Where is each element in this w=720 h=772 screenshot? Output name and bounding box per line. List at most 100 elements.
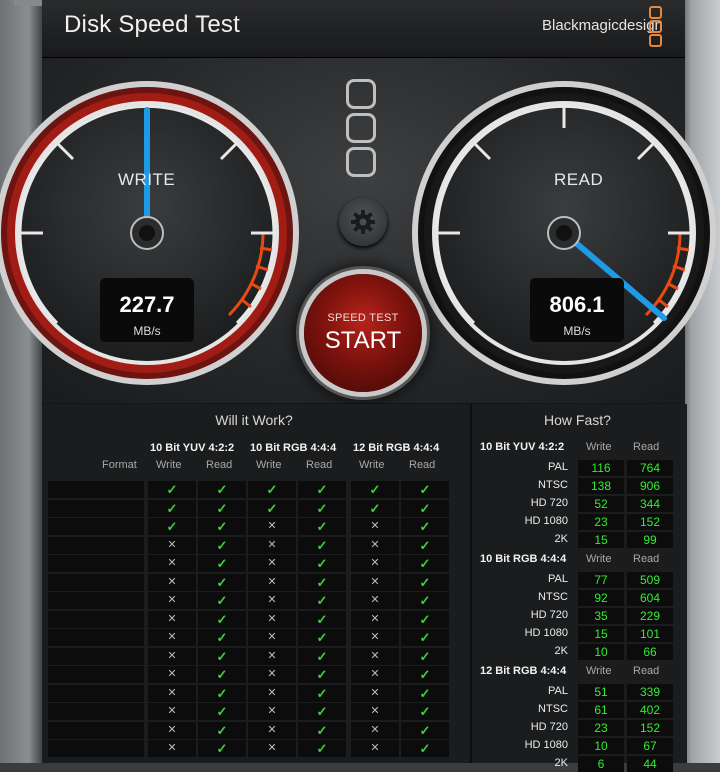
check-icon: ✓ bbox=[401, 703, 449, 720]
cross-icon: ✕ bbox=[148, 703, 196, 720]
cross-icon: ✕ bbox=[351, 555, 399, 572]
cross-icon: ✕ bbox=[248, 573, 296, 591]
read-speed-cell: 152 bbox=[627, 514, 673, 530]
read-speed-readout: 806.1 MB/s bbox=[530, 278, 624, 342]
cross-icon: ✕ bbox=[351, 573, 399, 591]
check-icon: ✓ bbox=[198, 721, 246, 739]
cross-icon: ✕ bbox=[248, 684, 296, 702]
check-icon: ✓ bbox=[401, 518, 449, 535]
read-speed-cell: 44 bbox=[627, 756, 673, 772]
cross-icon: ✕ bbox=[148, 666, 196, 683]
how-fast-format-label: PAL bbox=[548, 461, 568, 473]
check-icon: ✓ bbox=[198, 684, 246, 702]
check-icon: ✓ bbox=[401, 573, 449, 591]
check-icon: ✓ bbox=[298, 592, 346, 609]
write-speed-cell: 52 bbox=[578, 496, 624, 512]
how-fast-format-label: NTSC bbox=[538, 479, 568, 491]
check-icon: ✓ bbox=[198, 647, 246, 665]
read-speed-cell: 339 bbox=[627, 684, 673, 700]
check-icon: ✓ bbox=[298, 721, 346, 739]
table-row bbox=[48, 592, 144, 609]
cross-icon: ✕ bbox=[351, 647, 399, 665]
cross-icon: ✕ bbox=[351, 740, 399, 757]
cross-icon: ✕ bbox=[248, 518, 296, 535]
check-icon: ✓ bbox=[198, 555, 246, 572]
cross-icon: ✕ bbox=[351, 610, 399, 628]
table-row bbox=[48, 647, 144, 665]
write-speed-cell: 51 bbox=[578, 684, 624, 700]
how-fast-read-header: Read bbox=[633, 665, 660, 677]
table-row bbox=[48, 518, 144, 535]
settings-gear-icon[interactable] bbox=[339, 198, 387, 246]
will-read-header: Read bbox=[409, 459, 436, 471]
check-icon: ✓ bbox=[298, 555, 346, 572]
check-icon: ✓ bbox=[298, 703, 346, 720]
cross-icon: ✕ bbox=[351, 684, 399, 702]
cross-icon: ✕ bbox=[248, 740, 296, 757]
check-icon: ✓ bbox=[401, 684, 449, 702]
write-speed-cell: 10 bbox=[578, 738, 624, 754]
check-icon: ✓ bbox=[198, 703, 246, 720]
check-icon: ✓ bbox=[198, 573, 246, 591]
how-fast-format-label: NTSC bbox=[538, 703, 568, 715]
check-icon: ✓ bbox=[298, 629, 346, 646]
cross-icon: ✕ bbox=[351, 536, 399, 554]
read-speed-cell: 101 bbox=[627, 626, 673, 642]
check-icon: ✓ bbox=[198, 740, 246, 757]
table-row bbox=[48, 666, 144, 683]
check-icon: ✓ bbox=[148, 481, 196, 498]
cross-icon: ✕ bbox=[148, 555, 196, 572]
will-write-header: Write bbox=[156, 459, 182, 471]
check-icon: ✓ bbox=[401, 481, 449, 498]
write-speed-cell: 23 bbox=[578, 720, 624, 736]
cross-icon: ✕ bbox=[351, 721, 399, 739]
check-icon: ✓ bbox=[401, 610, 449, 628]
app-title: Disk Speed Test bbox=[64, 11, 240, 38]
read-speed-cell: 229 bbox=[627, 608, 673, 624]
read-gauge-label: READ bbox=[554, 170, 604, 189]
check-icon: ✓ bbox=[198, 629, 246, 646]
table-row bbox=[48, 721, 144, 739]
how-fast-format-label: HD 720 bbox=[530, 721, 568, 733]
cross-icon: ✕ bbox=[351, 592, 399, 609]
how-fast-title: How Fast? bbox=[544, 412, 611, 428]
how-fast-format-label: 2K bbox=[554, 757, 568, 769]
cross-icon: ✕ bbox=[248, 536, 296, 554]
table-row bbox=[48, 536, 144, 554]
will-group-header: 12 Bit RGB 4:4:4 bbox=[353, 442, 440, 454]
check-icon: ✓ bbox=[401, 721, 449, 739]
background-window-edge bbox=[14, 0, 42, 6]
cross-icon: ✕ bbox=[248, 666, 296, 683]
table-row bbox=[48, 629, 144, 646]
start-button-label: START bbox=[324, 327, 402, 354]
format-column-header: Format bbox=[102, 459, 137, 471]
check-icon: ✓ bbox=[351, 481, 399, 498]
check-icon: ✓ bbox=[248, 481, 296, 498]
speed-test-start-button[interactable]: SPEED TEST START bbox=[304, 274, 422, 392]
how-fast-read-header: Read bbox=[633, 441, 660, 453]
how-fast-group-header: 10 Bit RGB 4:4:4 bbox=[480, 553, 567, 565]
cross-icon: ✕ bbox=[248, 592, 296, 609]
how-fast-format-label: HD 1080 bbox=[524, 739, 568, 751]
check-icon: ✓ bbox=[298, 647, 346, 665]
write-speed-cell: 61 bbox=[578, 702, 624, 718]
table-row bbox=[48, 610, 144, 628]
cross-icon: ✕ bbox=[351, 666, 399, 683]
cross-icon: ✕ bbox=[351, 518, 399, 535]
will-write-header: Write bbox=[256, 459, 282, 471]
check-icon: ✓ bbox=[298, 573, 346, 591]
check-icon: ✓ bbox=[298, 518, 346, 535]
table-row bbox=[48, 740, 144, 757]
table-row bbox=[48, 555, 144, 572]
how-fast-format-label: 2K bbox=[554, 533, 568, 545]
check-icon: ✓ bbox=[298, 684, 346, 702]
how-fast-format-label: HD 720 bbox=[530, 497, 568, 509]
check-icon: ✓ bbox=[198, 518, 246, 535]
brand-name: Blackmagicdesign bbox=[542, 17, 663, 34]
write-speed-cell: 77 bbox=[578, 572, 624, 588]
read-speed-cell: 344 bbox=[627, 496, 673, 512]
read-speed-cell: 509 bbox=[627, 572, 673, 588]
will-group-header: 10 Bit YUV 4:2:2 bbox=[150, 442, 235, 454]
write-speed-unit: MB/s bbox=[133, 324, 161, 338]
write-speed-value: 227.7 bbox=[119, 292, 175, 317]
